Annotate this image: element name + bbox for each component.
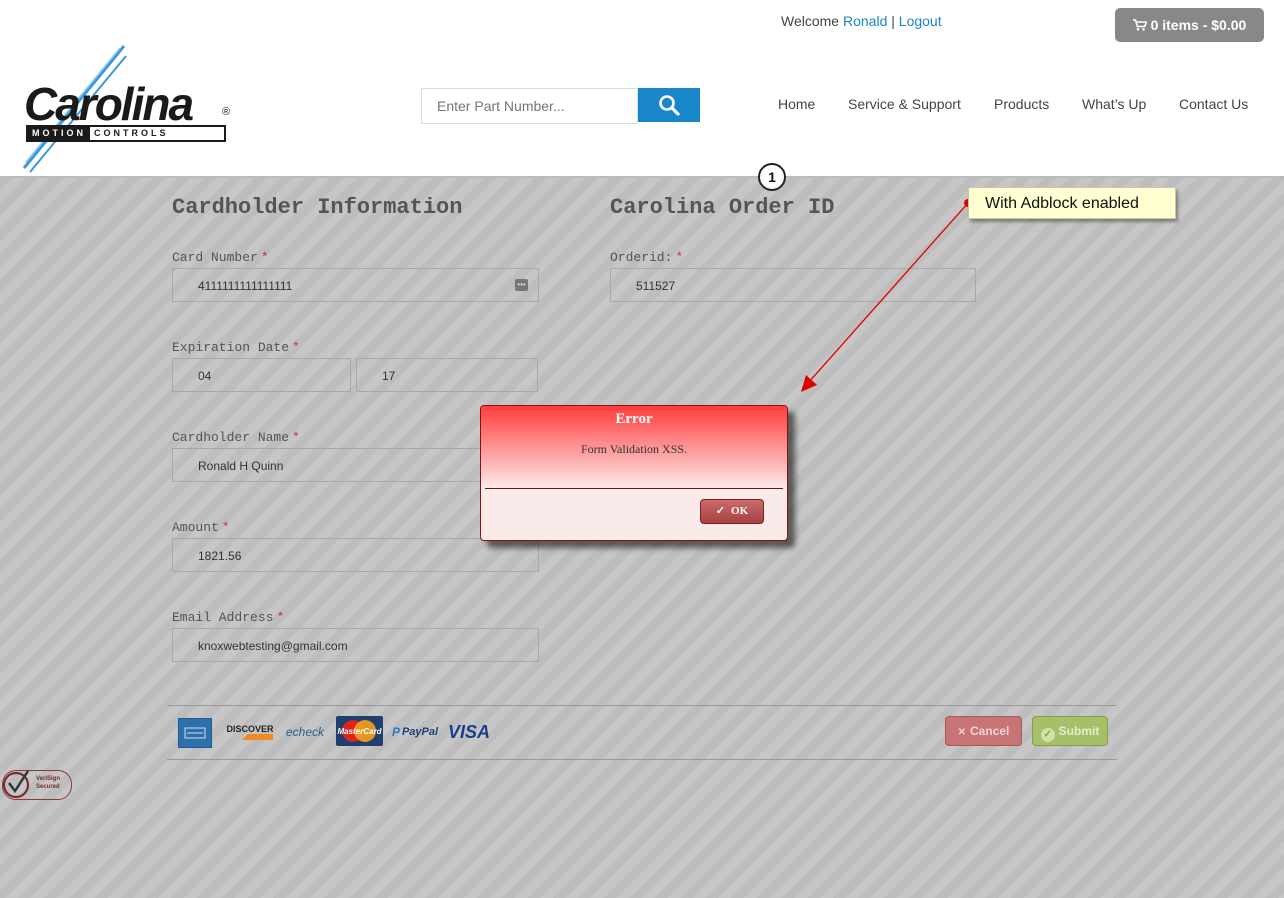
welcome-text: Welcome — [781, 13, 840, 29]
card-number-value: 4111111111111111 — [198, 279, 293, 293]
visa-logo-icon: VISA — [447, 721, 490, 742]
orderid-field[interactable]: 511527 — [610, 268, 976, 302]
card-number-label: Card Number * — [172, 250, 269, 265]
required-mark: * — [292, 340, 300, 355]
required-mark: * — [221, 520, 230, 535]
site-header: Welcome Ronald | Logout 0 items - $0.00 … — [0, 0, 1284, 178]
orderid-value: 511527 — [636, 279, 676, 293]
email-value: knoxwebtesting@gmail.com — [198, 639, 348, 653]
verisign-check-icon — [2, 770, 30, 799]
logo-sub-left: MOTION — [28, 127, 90, 140]
cardholder-section-title: Cardholder Information — [172, 195, 463, 220]
mastercard-logo-icon: MasterCard — [336, 716, 383, 746]
nav-contact-us[interactable]: Contact Us — [1179, 96, 1248, 112]
part-number-input[interactable] — [421, 88, 638, 124]
email-field[interactable]: knoxwebtesting@gmail.com — [172, 628, 539, 662]
discover-logo-icon: DISCOVER — [226, 718, 274, 746]
cardholder-name-value: Ronald H Quinn — [198, 459, 284, 473]
nav-whats-up[interactable]: What’s Up — [1082, 96, 1146, 112]
verisign-seal[interactable]: VeriSign Secured — [2, 770, 72, 800]
annotation-callout: With Adblock enabled — [968, 187, 1176, 219]
nav-products[interactable]: Products — [994, 96, 1049, 112]
welcome-bar: Welcome Ronald | Logout — [781, 13, 942, 29]
step-number-badge: 1 — [758, 163, 786, 191]
amex-logo-icon — [178, 718, 212, 748]
amount-label: Amount * — [172, 520, 230, 535]
logo-brand-text: Carolina — [24, 78, 194, 130]
exp-year-field[interactable]: 17 — [356, 358, 538, 392]
dialog-ok-button[interactable]: ✓ OK — [700, 499, 764, 524]
logo-subtitle: MOTION CONTROLS — [26, 125, 226, 142]
cancel-button[interactable]: ✕ Cancel — [945, 716, 1022, 746]
required-mark: * — [260, 250, 269, 265]
orderid-label: Orderid: * — [610, 250, 684, 265]
user-name-link[interactable]: Ronald — [843, 13, 887, 29]
error-dialog: Error Form Validation XSS. ✓ OK — [480, 405, 788, 541]
amount-value: 1821.56 — [198, 549, 242, 563]
nav-service-support[interactable]: Service & Support — [848, 96, 961, 112]
payment-divider-bottom — [167, 759, 1117, 760]
check-icon: ✓ — [715, 505, 726, 517]
dialog-title: Error — [615, 411, 653, 427]
nav-home[interactable]: Home — [778, 96, 815, 112]
cardholder-name-label: Cardholder Name * — [172, 430, 300, 445]
exp-year-value: 17 — [382, 369, 396, 383]
email-label: Email Address * — [172, 610, 285, 625]
verisign-text: VeriSign Secured — [36, 776, 61, 790]
search-icon — [659, 95, 680, 116]
paypal-p-icon: P — [391, 725, 400, 739]
exp-month-field[interactable]: 04 — [172, 358, 351, 392]
required-mark: * — [292, 430, 300, 445]
logo-registered-mark: ® — [222, 106, 231, 118]
dialog-message: Form Validation XSS. — [580, 442, 688, 456]
cart-summary: 0 items - $0.00 — [1150, 17, 1247, 33]
amount-field[interactable]: 1821.56 — [172, 538, 539, 572]
autofill-menu-icon[interactable]: ••• — [515, 279, 528, 291]
expiration-label: Expiration Date * — [172, 340, 300, 355]
exp-month-value: 04 — [198, 369, 212, 383]
echeck-logo-icon: echeck — [285, 725, 325, 739]
logo-sub-right: CONTROLS — [94, 128, 169, 138]
dialog-separator — [485, 488, 783, 489]
search-button[interactable] — [638, 88, 700, 122]
cart-icon — [1132, 17, 1151, 33]
required-mark: * — [675, 250, 684, 265]
cancel-icon: ✕ — [957, 727, 967, 738]
payment-divider-top — [167, 705, 1117, 706]
order-section-title: Carolina Order ID — [610, 195, 835, 220]
paypal-logo-icon: P PayPal — [391, 725, 439, 739]
required-mark: * — [276, 610, 285, 625]
card-number-field[interactable]: 4111111111111111 ••• — [172, 268, 539, 302]
welcome-separator: | — [891, 13, 895, 29]
cart-button[interactable]: 0 items - $0.00 — [1115, 8, 1264, 42]
check-circle-icon: ✓ — [1040, 728, 1055, 742]
submit-button[interactable]: ✓ Submit — [1032, 716, 1108, 746]
logout-link[interactable]: Logout — [899, 13, 942, 29]
